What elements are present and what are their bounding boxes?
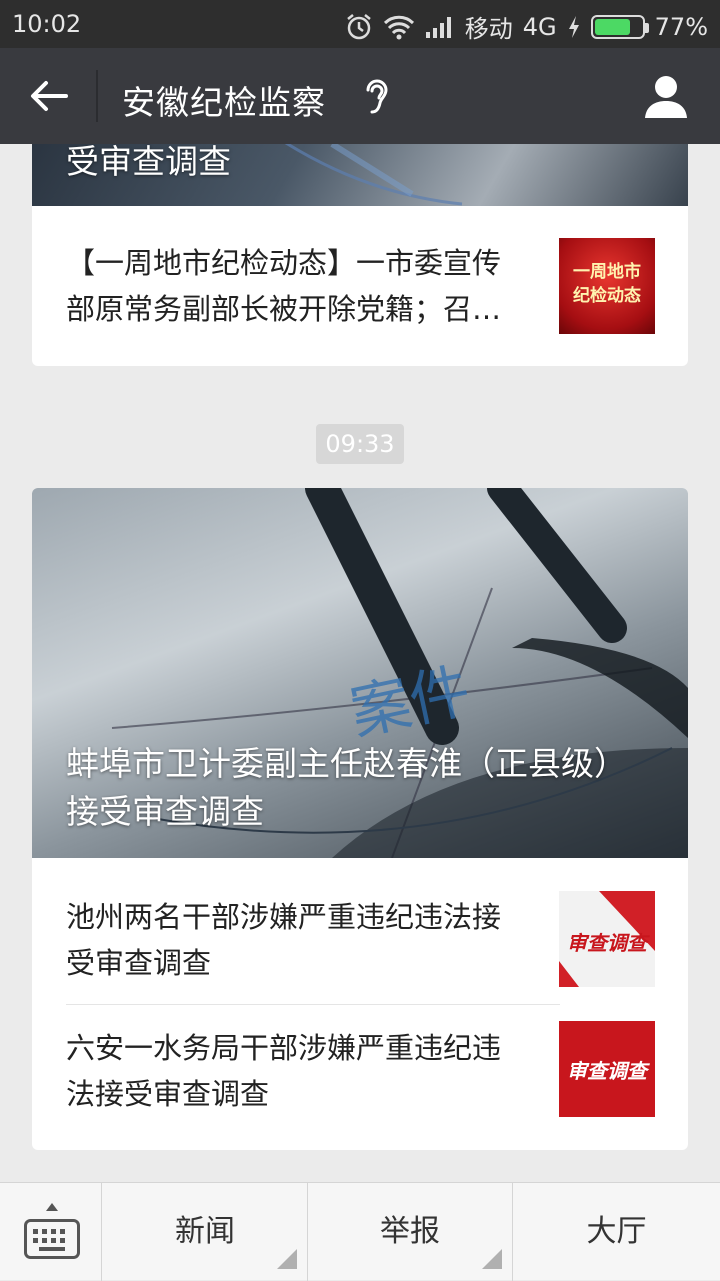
- article-title: 六安一水务局干部涉嫌严重违纪违法接受审查调查: [66, 1031, 502, 1111]
- cover-image[interactable]: 案件 蚌埠市卫计委副主任赵春淮（正县级）接受审查调查: [32, 488, 688, 858]
- menu-item-label: 大厅: [586, 1214, 647, 1249]
- article-thumbnail: 审查调查: [559, 1021, 655, 1117]
- menu-item-report[interactable]: 举报: [308, 1183, 513, 1281]
- message-list[interactable]: 受审查调查 【一周地市纪检动态】一市委宣传部原常务副部长被开除党籍；召… 一周地…: [0, 144, 720, 1182]
- list-item[interactable]: 【一周地市纪检动态】一市委宣传部原常务副部长被开除党籍；召… 一周地市纪检动态: [32, 206, 688, 366]
- list-item[interactable]: 池州两名干部涉嫌严重违纪违法接受审查调查 审查调查: [32, 858, 688, 1004]
- charging-icon: [568, 15, 579, 38]
- thumbnail-text: 审查调查: [567, 931, 647, 955]
- cover-image[interactable]: 受审查调查: [32, 144, 688, 206]
- status-bar: 10:02 移动 4G 77%: [0, 0, 720, 48]
- keyboard-icon: [24, 1219, 80, 1259]
- network-label: 4G: [522, 12, 557, 41]
- top-nav-bar: 安徽纪检监察: [0, 48, 720, 144]
- battery-percent: 77%: [654, 12, 708, 41]
- article-title: 池州两名干部涉嫌严重违纪违法接受审查调查: [66, 900, 502, 980]
- battery-icon: [590, 14, 649, 39]
- menu-item-news[interactable]: 新闻: [103, 1183, 308, 1281]
- bottom-menu-bar: 新闻 举报 大厅: [0, 1182, 720, 1281]
- submenu-indicator-icon: [482, 1249, 502, 1269]
- article-card[interactable]: 案件 蚌埠市卫计委副主任赵春淮（正县级）接受审查调查 池州两名干部涉嫌严重违纪违…: [32, 488, 688, 1150]
- article-title: 【一周地市纪检动态】一市委宣传部原常务副部长被开除党籍；召…: [66, 246, 502, 326]
- menu-item-label: 新闻: [175, 1214, 235, 1249]
- page-title: 安徽纪检监察: [122, 83, 326, 122]
- article-thumbnail: 一周地市纪检动态: [559, 238, 655, 334]
- timestamp: 09:33: [316, 424, 404, 464]
- thumbnail-text: 一周地市纪检动态: [573, 262, 641, 306]
- ear-icon[interactable]: [360, 76, 394, 116]
- keyboard-toggle-button[interactable]: [0, 1183, 102, 1281]
- status-time: 10:02: [12, 10, 82, 38]
- nav-divider: [96, 70, 98, 122]
- list-item[interactable]: 六安一水务局干部涉嫌严重违纪违法接受审查调查 审查调查: [32, 1005, 688, 1150]
- thumbnail-text: 审查调查: [567, 1059, 647, 1083]
- caret-up-icon: [46, 1203, 58, 1211]
- profile-icon[interactable]: [642, 72, 690, 120]
- status-icons: 移动 4G 77%: [345, 9, 708, 44]
- cover-title: 蚌埠市卫计委副主任赵春淮（正县级）接受审查调查: [66, 744, 627, 831]
- carrier-label: 移动: [464, 15, 513, 43]
- cover-title: 受审查调查: [66, 144, 231, 181]
- article-thumbnail: 审查调查: [559, 891, 655, 987]
- wifi-icon: [383, 15, 414, 39]
- submenu-indicator-icon: [277, 1249, 297, 1269]
- signal-icon: [425, 16, 451, 38]
- menu-item-hall[interactable]: 大厅: [513, 1183, 720, 1281]
- alarm-icon: [347, 13, 371, 39]
- article-card[interactable]: 受审查调查 【一周地市纪检动态】一市委宣传部原常务副部长被开除党籍；召… 一周地…: [32, 144, 688, 366]
- menu-item-label: 举报: [380, 1214, 440, 1249]
- back-arrow-icon[interactable]: [26, 74, 70, 118]
